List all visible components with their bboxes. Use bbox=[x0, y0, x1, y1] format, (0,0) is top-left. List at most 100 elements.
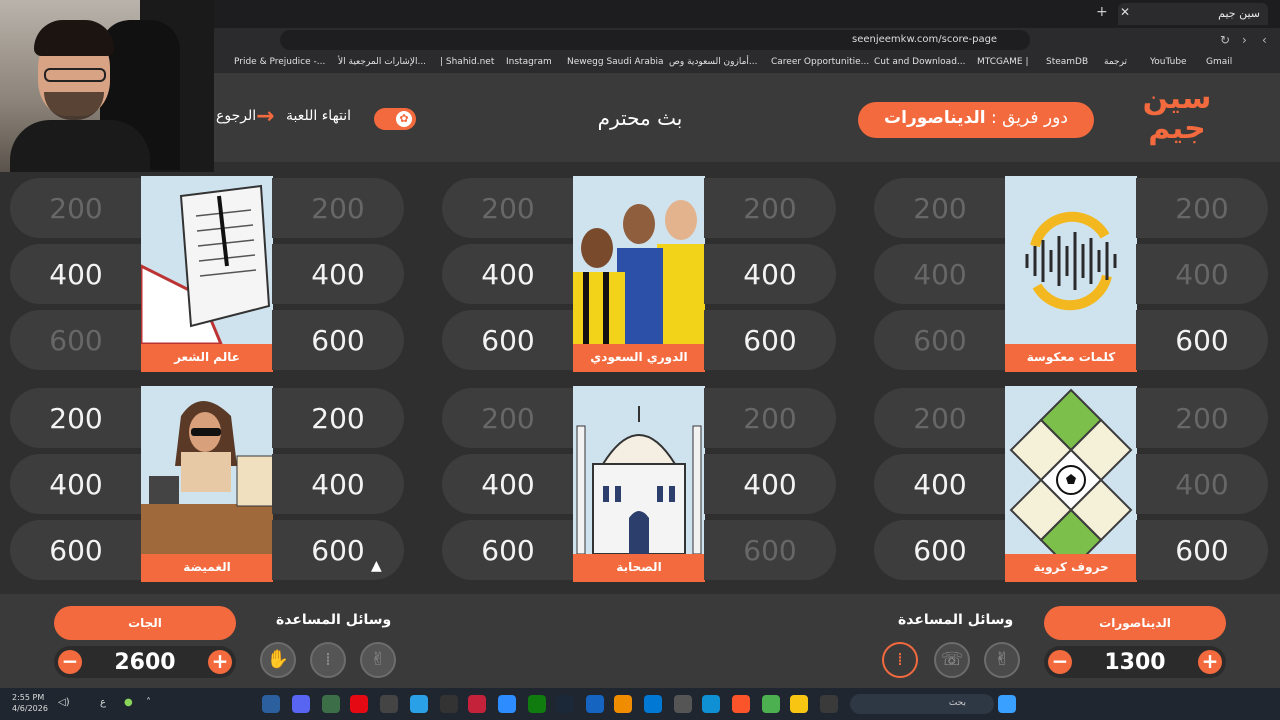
taskbar-search-input[interactable]: بحث bbox=[850, 694, 994, 714]
points-tile[interactable]: 400 bbox=[704, 454, 836, 514]
increase-score-button[interactable]: + bbox=[1198, 650, 1222, 674]
points-tile[interactable]: 400 bbox=[442, 454, 574, 514]
decrease-score-button[interactable]: − bbox=[58, 650, 82, 674]
points-tile[interactable]: 400 bbox=[10, 244, 142, 304]
browser-tab[interactable]: سين جيم bbox=[1118, 3, 1268, 25]
volume-icon[interactable]: ◁) bbox=[58, 697, 70, 708]
points-tile[interactable]: 400 bbox=[272, 454, 404, 514]
clock[interactable]: 2:55 PM 4/6/2026 bbox=[12, 692, 48, 714]
category-card[interactable]: الصحابة bbox=[573, 386, 705, 582]
points-tile[interactable]: 600 bbox=[272, 310, 404, 370]
app-icon[interactable] bbox=[586, 695, 604, 713]
microphone-icon[interactable]: ● bbox=[124, 697, 133, 708]
points-tile[interactable]: 400 bbox=[442, 244, 574, 304]
edge-icon[interactable] bbox=[702, 695, 720, 713]
back-button[interactable]: الرجوع bbox=[216, 108, 256, 124]
file-explorer-icon[interactable] bbox=[790, 695, 808, 713]
decrease-score-button[interactable]: − bbox=[1048, 650, 1072, 674]
points-tile[interactable]: 600 bbox=[874, 310, 1006, 370]
points-tile[interactable]: 600 bbox=[1136, 310, 1268, 370]
points-tile[interactable]: 200 bbox=[1136, 388, 1268, 448]
points-tile[interactable]: 200 bbox=[272, 178, 404, 238]
forward-nav-icon[interactable]: › bbox=[1242, 33, 1247, 47]
brave-icon[interactable] bbox=[732, 695, 750, 713]
xbox-icon[interactable] bbox=[528, 695, 546, 713]
bookmark-item[interactable]: Newegg Saudi Arabia bbox=[567, 57, 664, 67]
language-indicator[interactable]: ع bbox=[100, 697, 106, 708]
points-tile[interactable]: 600 bbox=[704, 310, 836, 370]
points-tile[interactable]: 200 bbox=[442, 388, 574, 448]
points-tile[interactable]: 200 bbox=[1136, 178, 1268, 238]
bookmark-item[interactable]: | Shahid.net bbox=[440, 57, 494, 67]
tray-chevron-icon[interactable]: ˄ bbox=[146, 697, 151, 708]
points-tile[interactable]: 400 bbox=[1136, 244, 1268, 304]
bookmark-item[interactable]: SteamDB bbox=[1046, 57, 1088, 67]
steam-icon[interactable] bbox=[262, 695, 280, 713]
points-tile[interactable]: 200 bbox=[704, 178, 836, 238]
footsteps-icon[interactable]: ⁞ bbox=[882, 642, 918, 678]
reload-icon[interactable]: ↻ bbox=[1220, 33, 1230, 47]
peace-hand-icon[interactable]: ✌ bbox=[360, 642, 396, 678]
bookmark-item[interactable]: Gmail bbox=[1206, 57, 1232, 67]
task-view-icon[interactable] bbox=[820, 695, 838, 713]
points-tile[interactable]: 200 bbox=[874, 388, 1006, 448]
back-nav-icon[interactable]: ‹ bbox=[1262, 33, 1267, 47]
points-tile[interactable]: 200 bbox=[874, 178, 1006, 238]
bookmark-item[interactable]: Pride & Prejudice -... bbox=[234, 57, 325, 67]
app-icon[interactable] bbox=[410, 695, 428, 713]
netflix-icon[interactable] bbox=[350, 695, 368, 713]
windows-start-icon[interactable] bbox=[998, 695, 1016, 713]
category-card[interactable]: حروف كروية bbox=[1005, 386, 1137, 582]
bookmark-item[interactable]: Career Opportunitie... bbox=[771, 57, 869, 67]
chrome-icon[interactable] bbox=[762, 695, 780, 713]
footsteps-icon[interactable]: ⁞ bbox=[310, 642, 346, 678]
points-tile[interactable]: 600 bbox=[10, 310, 142, 370]
url-input[interactable]: seenjeemkw.com/score-page bbox=[280, 30, 1030, 50]
points-tile[interactable]: 400 bbox=[1136, 454, 1268, 514]
bookmark-item[interactable]: YouTube bbox=[1150, 57, 1187, 67]
hand-stop-icon[interactable]: ✋ bbox=[260, 642, 296, 678]
points-tile[interactable]: 600 bbox=[272, 520, 404, 580]
points-tile[interactable]: 200 bbox=[10, 178, 142, 238]
points-tile[interactable]: 200 bbox=[442, 178, 574, 238]
steam-icon[interactable] bbox=[556, 695, 574, 713]
points-tile[interactable]: 400 bbox=[704, 244, 836, 304]
points-tile[interactable]: 600 bbox=[704, 520, 836, 580]
points-tile[interactable]: 200 bbox=[272, 388, 404, 448]
peace-hand-icon[interactable]: ✌ bbox=[984, 642, 1020, 678]
app-icon[interactable] bbox=[322, 695, 340, 713]
bookmark-item[interactable]: الإشارات المرجعية الأ... bbox=[338, 57, 426, 67]
bookmark-item[interactable]: Instagram bbox=[506, 57, 552, 67]
end-game-button[interactable]: انتهاء اللعبة bbox=[286, 108, 351, 124]
points-tile[interactable]: 600 bbox=[442, 310, 574, 370]
increase-score-button[interactable]: + bbox=[208, 650, 232, 674]
category-card[interactable]: عالم الشعر bbox=[141, 176, 273, 372]
category-card[interactable]: الغميضة bbox=[141, 386, 273, 582]
davinci-icon[interactable] bbox=[380, 695, 398, 713]
points-tile[interactable]: 400 bbox=[874, 454, 1006, 514]
points-tile[interactable]: 200 bbox=[704, 388, 836, 448]
points-tile[interactable]: 600 bbox=[442, 520, 574, 580]
app-icon[interactable] bbox=[468, 695, 486, 713]
points-tile[interactable]: 600 bbox=[10, 520, 142, 580]
bookmark-item[interactable]: MTCGAME | bbox=[977, 57, 1029, 67]
obs-icon[interactable] bbox=[440, 695, 458, 713]
category-card[interactable]: كلمات معكوسة bbox=[1005, 176, 1137, 372]
store-icon[interactable] bbox=[644, 695, 662, 713]
points-tile[interactable]: 400 bbox=[874, 244, 1006, 304]
bookmark-item[interactable]: ترجمة bbox=[1104, 57, 1127, 67]
settings-toggle[interactable]: ✿ bbox=[374, 108, 416, 130]
points-tile[interactable]: 200 bbox=[10, 388, 142, 448]
points-tile[interactable]: 400 bbox=[10, 454, 142, 514]
points-tile[interactable]: 400 bbox=[272, 244, 404, 304]
phone-icon[interactable]: ☏ bbox=[934, 642, 970, 678]
new-tab-icon[interactable]: + bbox=[1096, 4, 1108, 20]
vlc-icon[interactable] bbox=[614, 695, 632, 713]
zoom-icon[interactable] bbox=[498, 695, 516, 713]
discord-icon[interactable] bbox=[292, 695, 310, 713]
bookmark-item[interactable]: أمازون السعودية وص... bbox=[669, 57, 758, 67]
points-tile[interactable]: 600 bbox=[874, 520, 1006, 580]
points-tile[interactable]: 600 bbox=[1136, 520, 1268, 580]
category-card[interactable]: الدوري السعودي bbox=[573, 176, 705, 372]
app-icon[interactable] bbox=[674, 695, 692, 713]
